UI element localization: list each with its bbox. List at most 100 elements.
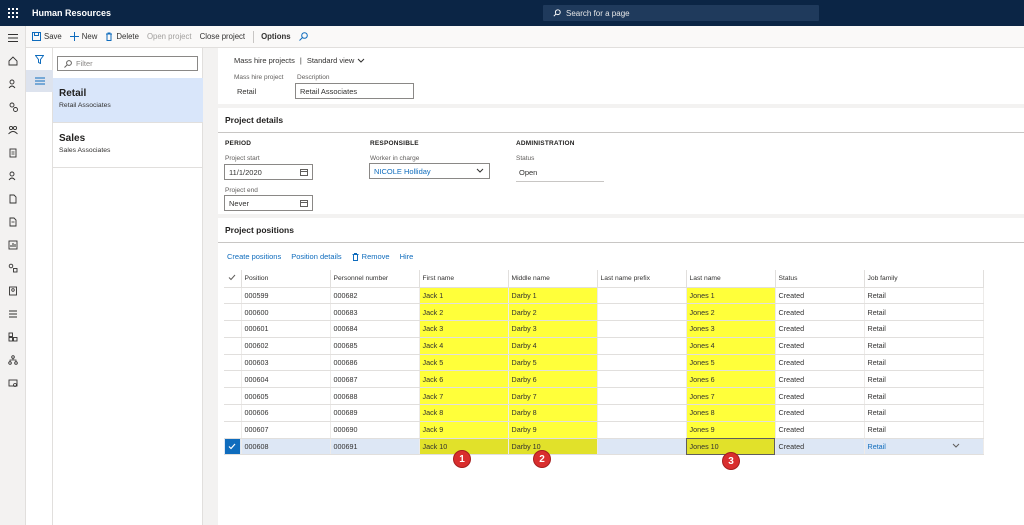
create-positions-button[interactable]: Create positions [227,252,281,261]
column-header-last-name[interactable]: Last name [686,270,776,288]
cell-last-name-prefix[interactable] [597,370,687,389]
cell-last-name-prefix[interactable] [597,287,687,305]
cell-job-family[interactable]: Retail [864,370,984,389]
save-button[interactable]: Save [32,32,62,41]
cell-last-name[interactable]: Jones 3 [686,320,776,338]
list-item[interactable]: Retail Retail Associates [53,78,203,123]
cell-personnel-number[interactable]: 000685 [330,337,420,355]
open-project-button[interactable]: Open project [147,32,192,41]
cell-first-name[interactable]: Jack 2 [419,303,509,322]
cell-status[interactable]: Created [775,303,865,322]
list-icon[interactable] [0,302,26,325]
home-icon[interactable] [0,49,26,72]
table-row[interactable]: 000599 000682 Jack 1 Darby 1 Jones 1 Created R… [224,287,984,305]
cell-last-name[interactable]: Jones 2 [686,303,776,322]
cell-last-name[interactable]: Jones 9 [686,421,776,439]
cell-personnel-number[interactable]: 000684 [330,320,420,338]
table-row[interactable]: 000607 000690 Jack 9 Darby 9 Jones 9 Created R… [224,421,984,439]
cell-last-name-prefix[interactable] [597,387,687,406]
row-checkbox[interactable] [224,287,242,305]
search-actions-icon[interactable] [298,32,311,41]
search-box[interactable]: Search for a page [543,5,819,21]
cell-last-name-prefix[interactable] [597,438,687,456]
hierarchy-icon[interactable] [0,348,26,371]
view-selector[interactable]: Standard view [307,56,355,65]
person-clock-icon[interactable] [0,95,26,118]
row-checkbox[interactable] [224,337,242,355]
cell-middle-name[interactable]: Darby 2 [508,303,598,322]
badge-icon[interactable] [0,279,26,302]
filter-input[interactable]: Filter [57,56,198,71]
people-star-icon[interactable] [0,72,26,95]
cell-personnel-number[interactable]: 000682 [330,287,420,305]
column-header-position[interactable]: Position [241,270,331,288]
modules-icon[interactable] [0,325,26,348]
cell-personnel-number[interactable]: 000689 [330,404,420,422]
cell-first-name[interactable]: Jack 8 [419,404,509,422]
remove-button[interactable]: Remove [352,252,390,261]
person-grid-icon[interactable] [0,256,26,279]
new-button[interactable]: New [69,32,97,41]
cell-first-name[interactable]: Jack 5 [419,354,509,372]
cell-last-name-prefix[interactable] [597,421,687,439]
document-list-icon[interactable] [0,210,26,233]
cell-middle-name[interactable]: Darby 3 [508,320,598,338]
cell-job-family[interactable]: Retail [864,387,984,406]
cell-status[interactable]: Created [775,337,865,355]
description-field[interactable]: Retail Associates [295,83,414,99]
cell-position[interactable]: 000599 [241,287,331,305]
cell-middle-name[interactable]: Darby 9 [508,421,598,439]
cell-last-name[interactable]: Jones 7 [686,387,776,406]
row-checkbox[interactable] [224,320,242,338]
column-header-job-family[interactable]: Job family [864,270,984,288]
cell-last-name-prefix[interactable] [597,337,687,355]
row-checkbox[interactable] [224,303,242,322]
cell-position[interactable]: 000600 [241,303,331,322]
cell-middle-name[interactable]: Darby 6 [508,370,598,389]
cell-middle-name[interactable]: Darby 5 [508,354,598,372]
cell-job-family[interactable]: Retail [864,320,984,338]
cell-status[interactable]: Created [775,370,865,389]
cell-personnel-number[interactable]: 000690 [330,421,420,439]
cell-first-name[interactable]: Jack 6 [419,370,509,389]
app-launcher-icon[interactable] [0,0,26,26]
cell-job-family[interactable]: Retail [864,287,984,305]
column-header-personnel-number[interactable]: Personnel number [330,270,420,288]
cell-personnel-number[interactable]: 000687 [330,370,420,389]
breadcrumb-page[interactable]: Mass hire projects [234,56,295,65]
chart-icon[interactable] [0,233,26,256]
row-checkbox[interactable] [224,387,242,406]
cell-first-name[interactable]: Jack 3 [419,320,509,338]
clipboard-icon[interactable] [0,141,26,164]
cell-last-name[interactable]: Jones 6 [686,370,776,389]
table-row[interactable]: 000600 000683 Jack 2 Darby 2 Jones 2 Created R… [224,303,984,322]
cell-position[interactable]: 000606 [241,404,331,422]
close-project-button[interactable]: Close project [200,32,246,41]
cell-job-family[interactable]: Retail [864,421,984,439]
cell-position[interactable]: 000607 [241,421,331,439]
filter-icon[interactable] [26,48,53,70]
calendar-icon[interactable] [300,199,308,207]
table-row[interactable]: 000603 000686 Jack 5 Darby 5 Jones 5 Created R… [224,354,984,372]
cell-position[interactable]: 000605 [241,387,331,406]
cell-status[interactable]: Created [775,354,865,372]
cell-status[interactable]: Created [775,387,865,406]
cell-personnel-number[interactable]: 000683 [330,303,420,322]
table-row[interactable]: 000606 000689 Jack 8 Darby 8 Jones 8 Created R… [224,404,984,422]
row-checkbox[interactable] [224,404,242,422]
cell-first-name[interactable]: Jack 9 [419,421,509,439]
row-checkbox[interactable] [224,421,242,439]
cell-job-family[interactable]: Retail [864,404,984,422]
table-row[interactable]: 000601 000684 Jack 3 Darby 3 Jones 3 Created R… [224,320,984,338]
cell-position[interactable]: 000603 [241,354,331,372]
cell-position[interactable]: 000608 [241,438,331,456]
chevron-down-icon[interactable] [952,443,960,449]
column-header-middle-name[interactable]: Middle name [508,270,598,288]
cell-last-name-prefix[interactable] [597,320,687,338]
column-header-first-name[interactable]: First name [419,270,509,288]
cell-middle-name[interactable]: Darby 1 [508,287,598,305]
worker-in-charge-field[interactable]: NICOLE Holliday [369,163,490,179]
cell-job-family[interactable]: Retail [864,303,984,322]
cell-personnel-number[interactable]: 000688 [330,387,420,406]
calendar-icon[interactable] [300,168,308,176]
